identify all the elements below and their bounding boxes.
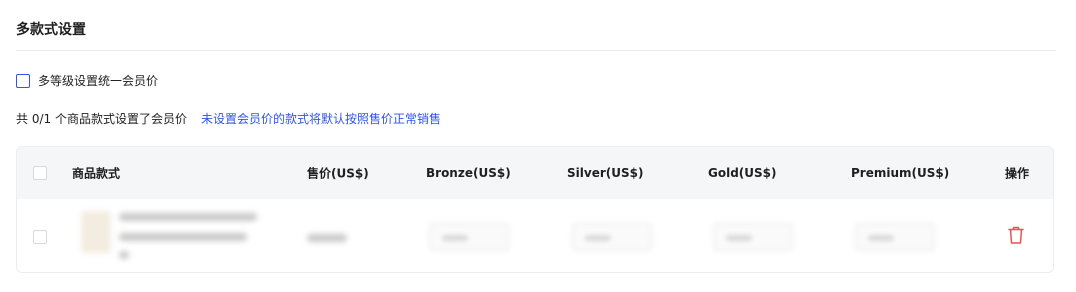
header-gold: Gold(US$) [708,166,777,180]
unified-price-option[interactable]: 多等级设置统一会员价 [16,72,158,89]
row-checkbox[interactable] [33,229,47,244]
table-row [17,199,1053,272]
section-title: 多款式设置 [16,22,86,38]
header-premium: Premium(US$) [851,166,950,180]
gold-price-input[interactable] [713,223,793,251]
product-name-blurred [119,251,129,259]
product-name-blurred [119,213,257,221]
product-thumbnail [81,211,111,253]
table-header: 商品款式 售价(US$) Bronze(US$) Silver(US$) Gol… [17,147,1053,199]
header-price: 售价(US$) [307,166,369,181]
silver-price-input[interactable] [572,223,652,251]
variant-table: 商品款式 售价(US$) Bronze(US$) Silver(US$) Gol… [16,146,1054,273]
unified-price-checkbox[interactable] [16,73,30,88]
header-actions: 操作 [1005,166,1030,181]
header-silver: Silver(US$) [567,166,644,180]
section-divider [16,50,1056,51]
header-bronze: Bronze(US$) [426,166,511,180]
product-name-blurred [119,233,247,241]
select-all-checkbox[interactable] [33,166,47,180]
bronze-price-input[interactable] [429,223,509,251]
unified-price-label: 多等级设置统一会员价 [38,74,159,88]
header-product: 商品款式 [72,166,121,181]
summary-hint: 未设置会员价的款式将默认按照售价正常销售 [200,112,441,126]
premium-price-input[interactable] [855,223,935,251]
trash-icon[interactable] [1007,225,1025,245]
summary-row: 共 0/1 个商品款式设置了会员价 未设置会员价的款式将默认按照售价正常销售 [16,110,441,127]
summary-text: 共 0/1 个商品款式设置了会员价 [16,112,187,126]
price-blurred [307,234,347,242]
